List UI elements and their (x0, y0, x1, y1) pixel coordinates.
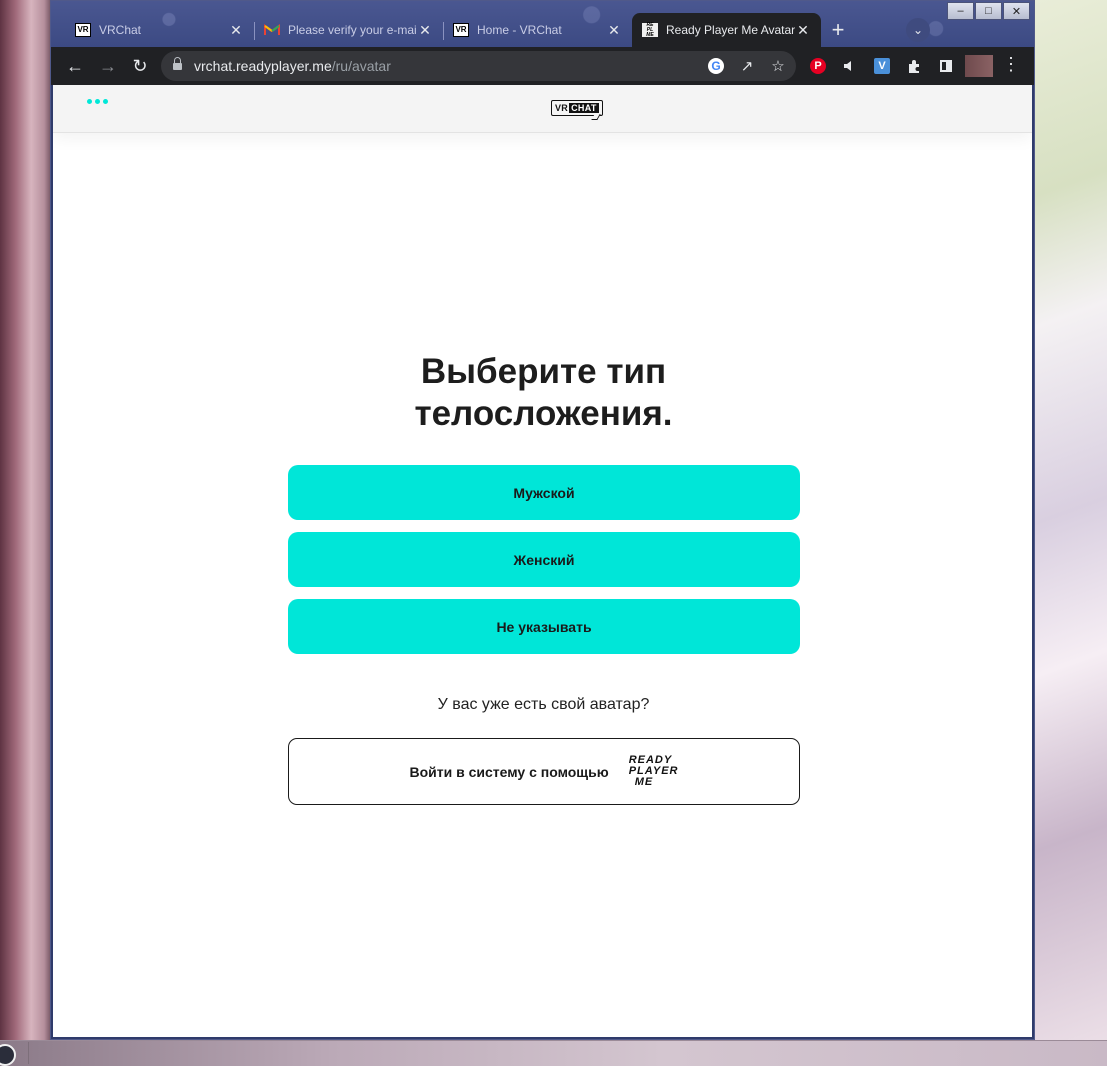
url-text[interactable]: vrchat.readyplayer.me/ru/avatar (194, 58, 391, 74)
signin-label: Войти в систему с помощью (409, 763, 609, 780)
tab-search-chevron-icon[interactable]: ⌄ (906, 18, 930, 42)
maximize-button[interactable]: □ (975, 2, 1002, 20)
pinterest-icon[interactable]: P (806, 54, 830, 78)
tab-list: VR VRChat ✕ Please verify your e-mail ✕ … (65, 13, 855, 47)
vrchat-favicon-icon: VR (75, 22, 91, 38)
menu-dots-icon[interactable] (87, 99, 111, 104)
female-body-type-button[interactable]: Женский (288, 532, 800, 587)
google-icon[interactable]: G (704, 54, 728, 78)
tab-strip: – □ ✕ VR VRChat ✕ Please verify your e-m… (51, 1, 1034, 47)
site-header: VR CHAT (53, 85, 1032, 133)
tab-title: VRChat (99, 23, 142, 37)
bookmark-star-icon[interactable]: ☆ (766, 54, 790, 78)
share-icon[interactable]: ↗ (735, 54, 759, 78)
tab-ready-player-me[interactable]: RE PL ME Ready Player Me Avatar ✕ (632, 13, 821, 47)
address-bar[interactable]: vrchat.readyplayer.me/ru/avatar G ↗ ☆ (161, 51, 796, 81)
tab-title: Please verify your e-mail (288, 23, 417, 37)
vrchat-favicon-icon: VR (453, 22, 469, 38)
v-extension-icon[interactable]: V (870, 54, 894, 78)
taskbar (0, 1040, 1107, 1066)
reload-icon[interactable]: ↻ (128, 54, 152, 78)
signin-readyplayerme-button[interactable]: Войти в систему с помощью READY PLAYER M… (288, 738, 800, 805)
new-tab-button[interactable]: + (821, 13, 855, 47)
close-tab-icon[interactable]: ✕ (228, 22, 244, 39)
forward-arrow-icon[interactable]: → (96, 54, 120, 78)
close-window-button[interactable]: ✕ (1003, 2, 1030, 20)
profile-avatar[interactable] (965, 55, 993, 77)
readyplayerme-favicon-icon: RE PL ME (642, 22, 658, 38)
speaker-icon[interactable] (838, 54, 862, 78)
window-controls: – □ ✕ (946, 2, 1030, 20)
desktop-background-right (1035, 0, 1107, 1065)
male-body-type-button[interactable]: Мужской (288, 465, 800, 520)
address-bar-actions: G ↗ ☆ (697, 54, 790, 78)
lock-icon[interactable] (173, 57, 182, 71)
vrchat-logo: VR CHAT (551, 100, 603, 116)
back-arrow-icon[interactable]: ← (63, 54, 87, 78)
close-tab-icon[interactable]: ✕ (795, 22, 811, 39)
existing-avatar-question: У вас уже есть свой аватар? (437, 696, 650, 713)
side-panel-icon[interactable] (934, 54, 958, 78)
taskbar-separator (28, 1042, 29, 1064)
page-viewport: VR CHAT Выберите тип телосложения. Мужско… (53, 85, 1032, 1037)
tab-vrchat[interactable]: VR VRChat ✕ (65, 13, 254, 47)
close-tab-icon[interactable]: ✕ (417, 22, 433, 39)
page-heading: Выберите тип телосложения. (53, 351, 1032, 435)
readyplayerme-logo: READY PLAYER ME (628, 754, 679, 788)
heading-line-1: Выберите тип (420, 352, 667, 391)
tab-title: Ready Player Me Avatar (666, 23, 795, 37)
heading-line-2: телосложения. (414, 394, 673, 433)
desktop-background-left (0, 0, 52, 1065)
tab-home-vrchat[interactable]: VR Home - VRChat ✕ (443, 13, 632, 47)
tab-title: Home - VRChat (477, 23, 562, 37)
close-tab-icon[interactable]: ✕ (606, 22, 622, 39)
browser-toolbar: ← → ↻ vrchat.readyplayer.me/ru/avatar G … (51, 47, 1034, 85)
gmail-favicon-icon (264, 22, 280, 38)
unspecified-body-type-button[interactable]: Не указывать (288, 599, 800, 654)
tab-verify-email[interactable]: Please verify your e-mail ✕ (254, 13, 443, 47)
browser-window: – □ ✕ VR VRChat ✕ Please verify your e-m… (50, 0, 1035, 1040)
browser-menu-icon[interactable]: ⋮ (1002, 55, 1020, 73)
puzzle-extensions-icon[interactable] (902, 54, 926, 78)
minimize-button[interactable]: – (947, 2, 974, 20)
